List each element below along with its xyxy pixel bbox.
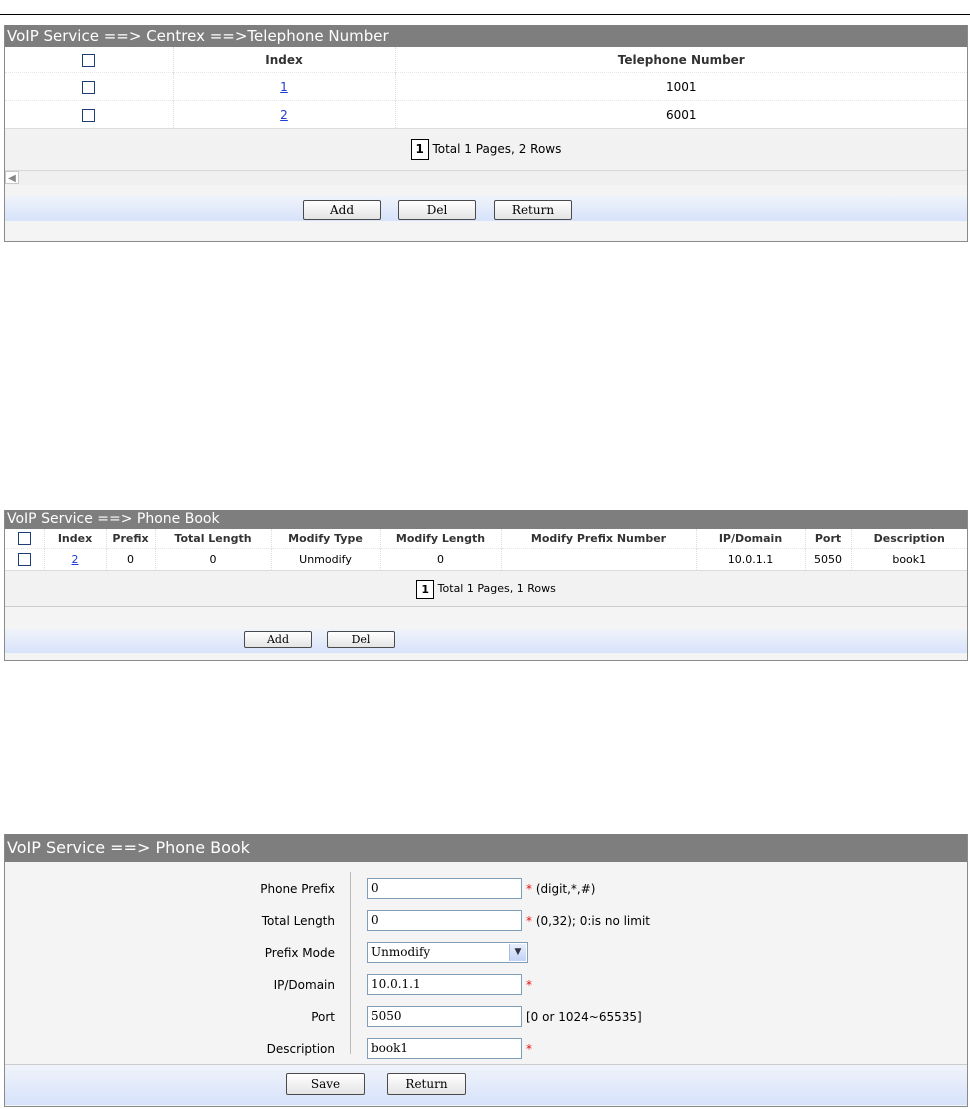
select-all-checkbox[interactable] bbox=[17, 532, 31, 546]
telephone-number-panel: VoIP Service ==> Centrex ==>Telephone Nu… bbox=[4, 25, 968, 242]
phone-prefix-label: Phone Prefix bbox=[260, 882, 335, 896]
required-marker: * bbox=[526, 1042, 532, 1056]
modify-type-cell: Unmodify bbox=[270, 548, 380, 570]
phone-book-form: Phone Prefix 0 * (digit,*,#) Total Lengt… bbox=[5, 862, 967, 1064]
pagination: 1 Total 1 Pages, 1 Rows bbox=[5, 570, 967, 606]
total-length-label: Total Length bbox=[261, 914, 335, 928]
add-button[interactable]: Add bbox=[303, 200, 381, 220]
pagination-summary: Total 1 Pages, 2 Rows bbox=[432, 142, 562, 156]
column-header-ip-domain: IP/Domain bbox=[695, 529, 805, 549]
phone-prefix-input[interactable]: 0 bbox=[367, 878, 522, 899]
button-bar: Add Del Return bbox=[5, 196, 967, 221]
button-bar: Add Del bbox=[5, 629, 967, 653]
description-row: Description book1 * bbox=[5, 1038, 965, 1062]
add-button[interactable]: Add bbox=[244, 631, 312, 648]
row-checkbox[interactable] bbox=[17, 553, 31, 567]
ip-domain-input[interactable]: 10.0.1.1 bbox=[367, 974, 522, 995]
column-header-telephone-number: Telephone Number bbox=[394, 47, 967, 73]
pagination: 1 Total 1 Pages, 2 Rows bbox=[5, 128, 967, 170]
total-length-row: Total Length 0 * (0,32); 0:is no limit bbox=[5, 910, 965, 934]
row-checkbox[interactable] bbox=[82, 80, 96, 94]
panel-title: VoIP Service ==> Centrex ==>Telephone Nu… bbox=[5, 25, 967, 47]
table-header-row: Index Prefix Total Length Modify Type Mo… bbox=[5, 529, 967, 549]
ip-domain-cell: 10.0.1.1 bbox=[695, 548, 805, 570]
spacer bbox=[5, 606, 967, 629]
total-length-input[interactable]: 0 bbox=[367, 910, 522, 931]
telephone-number-cell: 1001 bbox=[394, 72, 967, 101]
column-header-modify-prefix-number: Modify Prefix Number bbox=[500, 529, 696, 549]
modify-prefix-number-cell bbox=[500, 548, 696, 570]
prefix-cell: 0 bbox=[105, 548, 155, 570]
return-button[interactable]: Return bbox=[387, 1073, 466, 1095]
port-hint: [0 or 1024~65535] bbox=[526, 1010, 642, 1024]
prefix-mode-value: Unmodify bbox=[371, 945, 431, 959]
hint-text: (digit,*,#) bbox=[532, 882, 596, 896]
row-index-link[interactable]: 1 bbox=[280, 80, 288, 94]
table-row: 2 6001 bbox=[5, 100, 967, 128]
select-all-cell bbox=[5, 47, 173, 73]
hint-text: (0,32); 0:is no limit bbox=[532, 914, 650, 928]
description-label: Description bbox=[266, 1042, 335, 1056]
table-row: 1 1001 bbox=[5, 72, 967, 101]
horizontal-scrollbar[interactable]: ◀ bbox=[5, 170, 967, 185]
button-bar: Save Return bbox=[5, 1064, 967, 1105]
phone-book-list-panel: VoIP Service ==> Phone Book Index Prefix… bbox=[4, 510, 968, 661]
chevron-down-icon[interactable]: ▼ bbox=[509, 944, 526, 961]
port-input[interactable]: 5050 bbox=[367, 1006, 522, 1027]
prefix-mode-select[interactable]: Unmodify ▼ bbox=[367, 942, 528, 963]
row-index-link[interactable]: 2 bbox=[72, 553, 79, 566]
column-header-modify-type: Modify Type bbox=[270, 529, 380, 549]
required-marker: * bbox=[526, 978, 532, 992]
row-index-link[interactable]: 2 bbox=[280, 108, 288, 122]
column-header-prefix: Prefix bbox=[105, 529, 155, 549]
panel-title: VoIP Service ==> Phone Book bbox=[5, 834, 967, 862]
table-row: 2 0 0 Unmodify 0 10.0.1.1 5050 book1 bbox=[5, 548, 967, 570]
ip-domain-hint: * bbox=[526, 978, 532, 992]
telephone-number-table: Index Telephone Number 1 1001 2 6001 bbox=[5, 47, 967, 128]
column-header-description: Description bbox=[850, 529, 967, 549]
page-header-rule bbox=[0, 14, 970, 15]
telephone-number-cell: 6001 bbox=[394, 100, 967, 128]
delete-button[interactable]: Del bbox=[398, 200, 476, 220]
delete-button[interactable]: Del bbox=[327, 631, 395, 648]
pagination-summary: Total 1 Pages, 1 Rows bbox=[437, 582, 556, 595]
description-input[interactable]: book1 bbox=[367, 1038, 522, 1059]
panel-title: VoIP Service ==> Phone Book bbox=[5, 510, 967, 529]
total-length-hint: * (0,32); 0:is no limit bbox=[526, 914, 650, 928]
save-button[interactable]: Save bbox=[286, 1073, 365, 1095]
page-number-button[interactable]: 1 bbox=[410, 139, 429, 160]
ip-domain-row: IP/Domain 10.0.1.1 * bbox=[5, 974, 965, 998]
phone-book-table: Index Prefix Total Length Modify Type Mo… bbox=[5, 529, 967, 570]
total-length-cell: 0 bbox=[154, 548, 271, 570]
description-cell: book1 bbox=[850, 548, 967, 570]
port-row: Port 5050 [0 or 1024~65535] bbox=[5, 1006, 965, 1030]
column-header-index: Index bbox=[43, 529, 106, 549]
spacer bbox=[5, 185, 967, 196]
phone-book-form-panel: VoIP Service ==> Phone Book Phone Prefix… bbox=[4, 834, 968, 1107]
prefix-mode-row: Prefix Mode Unmodify ▼ bbox=[5, 942, 965, 966]
select-all-checkbox[interactable] bbox=[82, 53, 96, 67]
table-header-row: Index Telephone Number bbox=[5, 47, 967, 73]
prefix-mode-label: Prefix Mode bbox=[264, 946, 335, 960]
port-label: Port bbox=[311, 1010, 335, 1024]
row-checkbox[interactable] bbox=[82, 108, 96, 122]
port-cell: 5050 bbox=[804, 548, 851, 570]
page-number-button[interactable]: 1 bbox=[416, 579, 435, 599]
return-button[interactable]: Return bbox=[494, 200, 572, 220]
modify-length-cell: 0 bbox=[379, 548, 501, 570]
column-header-index: Index bbox=[172, 47, 395, 73]
phone-prefix-row: Phone Prefix 0 * (digit,*,#) bbox=[5, 878, 965, 902]
column-header-port: Port bbox=[804, 529, 851, 549]
column-header-modify-length: Modify Length bbox=[379, 529, 501, 549]
description-hint: * bbox=[526, 1042, 532, 1056]
ip-domain-label: IP/Domain bbox=[273, 978, 335, 992]
column-header-total-length: Total Length bbox=[154, 529, 271, 549]
scroll-left-icon[interactable]: ◀ bbox=[5, 171, 19, 184]
phone-prefix-hint: * (digit,*,#) bbox=[526, 882, 595, 896]
